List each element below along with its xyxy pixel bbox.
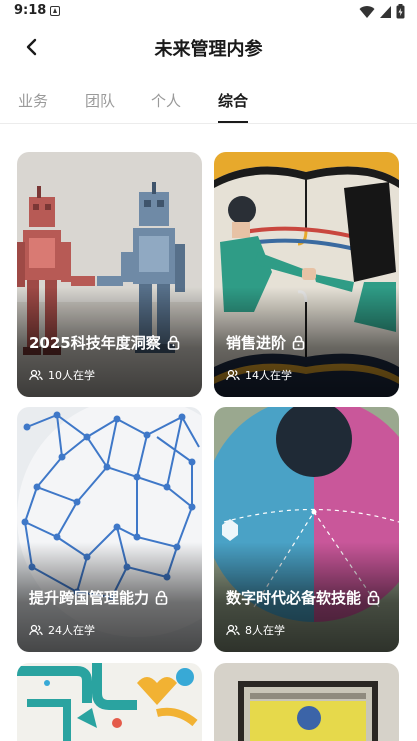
card-title-text: 2025科技年度洞察	[29, 334, 161, 352]
tab-general[interactable]: 综合	[218, 90, 248, 111]
lock-icon	[367, 590, 380, 605]
card-title: 2025科技年度洞察	[29, 332, 180, 353]
users-icon	[226, 624, 240, 636]
course-card[interactable]: 提升跨国管理能力 24人在学	[17, 407, 202, 652]
card-title: 销售进阶	[226, 332, 305, 353]
wifi-icon	[359, 5, 375, 18]
card-learners: 14人在学	[226, 367, 292, 383]
active-tab-indicator	[218, 121, 248, 123]
card-learners: 10人在学	[29, 367, 95, 383]
tab-personal[interactable]: 个人	[151, 90, 181, 111]
battery-icon	[396, 4, 405, 19]
page-title: 未来管理内参	[154, 39, 263, 60]
learner-count: 14人在学	[245, 369, 292, 382]
tab-business[interactable]: 业务	[18, 90, 48, 111]
learner-count: 8人在学	[245, 624, 285, 637]
card-title-text: 提升跨国管理能力	[29, 589, 150, 607]
card-learners: 24人在学	[29, 622, 95, 638]
app-header: 未来管理内参	[0, 24, 417, 68]
learner-count: 10人在学	[48, 369, 95, 382]
course-card[interactable]	[214, 663, 399, 741]
lock-icon	[292, 335, 305, 350]
users-icon	[29, 624, 43, 636]
lock-icon	[167, 335, 180, 350]
colorful-shapes-image	[17, 663, 202, 741]
tab-team[interactable]: 团队	[85, 90, 115, 111]
lock-icon	[155, 590, 168, 605]
signal-icon	[380, 5, 391, 18]
learner-count: 24人在学	[48, 624, 95, 637]
card-learners: 8人在学	[226, 622, 285, 638]
notification-icon	[50, 6, 60, 16]
course-card[interactable]: 2025科技年度洞察 10人在学	[17, 152, 202, 397]
category-tabs: 业务 团队 个人 综合	[0, 80, 417, 124]
card-title-text: 数字时代必备软技能	[226, 589, 362, 607]
status-bar: 9:18	[0, 0, 417, 24]
card-title: 提升跨国管理能力	[29, 587, 168, 608]
users-icon	[226, 369, 240, 381]
course-card[interactable]: 数字时代必备软技能 8人在学	[214, 407, 399, 652]
course-card[interactable]: 销售进阶 14人在学	[214, 152, 399, 397]
course-card[interactable]	[17, 663, 202, 741]
users-icon	[29, 369, 43, 381]
status-time: 9:18	[14, 3, 47, 18]
card-title-text: 销售进阶	[226, 334, 287, 352]
card-title: 数字时代必备软技能	[226, 587, 380, 608]
framed-artwork-image	[214, 663, 399, 741]
status-icons	[359, 4, 405, 19]
